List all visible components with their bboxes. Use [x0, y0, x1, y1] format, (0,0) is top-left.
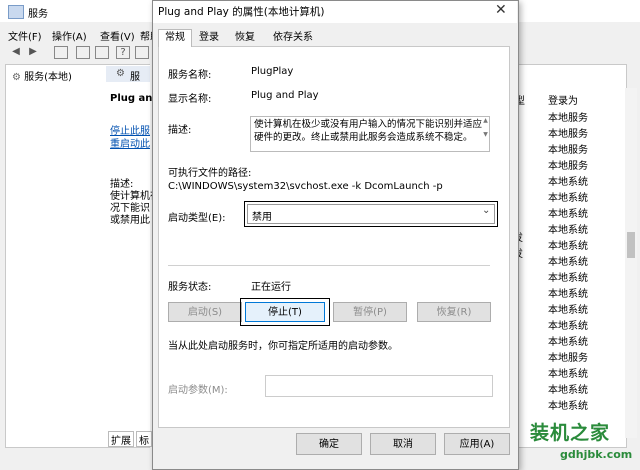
tab-dependencies[interactable]: 依存关系: [268, 30, 318, 46]
tab-extended[interactable]: 扩展: [108, 431, 134, 447]
service-status-value: 正在运行: [251, 282, 291, 293]
start-button[interactable]: 启动(S): [168, 302, 242, 322]
tab-recovery[interactable]: 恢复: [230, 30, 260, 46]
logon-cell: 本地系统: [548, 241, 588, 252]
detail-desc-line: 或禁用此: [110, 215, 150, 226]
back-icon[interactable]: ◀: [10, 46, 22, 57]
gear-icon: ⚙: [12, 72, 21, 83]
tab-logon[interactable]: 登录: [194, 30, 224, 46]
apply-button[interactable]: 应用(A): [444, 433, 510, 455]
logon-cell: 本地系统: [548, 273, 588, 284]
properties-icon[interactable]: [76, 46, 90, 59]
logon-cell: 本地系统: [548, 385, 588, 396]
menu-file[interactable]: 文件(F): [8, 28, 42, 43]
menu-action[interactable]: 操作(A): [52, 28, 87, 43]
description-label: 描述:: [168, 125, 192, 136]
logon-cell: 本地系统: [548, 401, 588, 412]
service-name-label: 服务名称:: [168, 70, 212, 81]
logon-cell: 本地服务: [548, 145, 588, 156]
logon-cell: 本地系统: [548, 305, 588, 316]
forward-icon[interactable]: ▶: [27, 46, 39, 57]
logon-cell: 本地服务: [548, 353, 588, 364]
gear-icon: ⚙: [116, 68, 125, 79]
pause-button[interactable]: 暂停(P): [333, 302, 407, 322]
logon-cell: 本地系统: [548, 193, 588, 204]
restart-service-link[interactable]: 重启动此: [110, 135, 150, 150]
params-hint: 当从此处启动服务时，你可指定所适用的启动参数。: [168, 341, 398, 352]
logon-cell: 本地系统: [548, 257, 588, 268]
detail-header: ⚙ 服: [106, 66, 150, 83]
divider: [168, 265, 490, 266]
display-name-value: Plug and Play: [251, 90, 319, 101]
chevron-down-icon: ⌄: [482, 205, 491, 216]
tree-item-label: 服务(本地): [24, 72, 72, 83]
logon-cell: 本地系统: [548, 337, 588, 348]
detail-header-label: 服: [130, 72, 140, 83]
logon-cell: 本地系统: [548, 369, 588, 380]
logon-cell: 本地系统: [548, 321, 588, 332]
help-icon[interactable]: ?: [116, 46, 130, 59]
service-name-value: PlugPlay: [251, 66, 294, 77]
logon-cell: 本地服务: [548, 113, 588, 124]
services-window-title: 服务: [28, 9, 48, 20]
scrollbar-thumb[interactable]: [627, 232, 635, 258]
console-tree-pane: [5, 64, 107, 448]
services-app-icon: [8, 5, 24, 19]
description-scrollbar[interactable]: ▲ ▼: [482, 117, 489, 151]
menu-view[interactable]: 查看(V): [100, 28, 135, 43]
tree-item-services-local[interactable]: ⚙ 服务(本地): [12, 68, 72, 83]
logon-cell: 本地系统: [548, 225, 588, 236]
service-status-label: 服务状态:: [168, 282, 212, 293]
description-text: 使计算机在极少或没有用户输入的情况下能识别并适应硬件的更改。终止或禁用此服务会造…: [250, 116, 490, 152]
start-params-label: 启动参数(M):: [168, 385, 228, 396]
start-params-input[interactable]: [265, 375, 493, 397]
tab-standard[interactable]: 标: [136, 431, 152, 447]
logon-cell: 本地系统: [548, 177, 588, 188]
logon-cell: 本地服务: [548, 129, 588, 140]
stop-button[interactable]: 停止(T): [245, 302, 325, 322]
resume-button[interactable]: 恢复(R): [417, 302, 491, 322]
view-icon[interactable]: [135, 46, 149, 59]
startup-type-value: 禁用: [252, 212, 272, 223]
close-icon[interactable]: ✕: [495, 2, 507, 18]
ok-button[interactable]: 确定: [296, 433, 362, 455]
dialog-title: Plug and Play 的属性(本地计算机): [158, 6, 325, 18]
cancel-button[interactable]: 取消: [370, 433, 436, 455]
refresh-icon[interactable]: [95, 46, 109, 59]
exe-path-label: 可执行文件的路径:: [168, 168, 252, 179]
tab-general[interactable]: 常规: [158, 29, 192, 47]
display-name-label: 显示名称:: [168, 94, 212, 105]
console-tree-icon[interactable]: [54, 46, 68, 59]
watermark-text: 装机之家: [530, 422, 611, 444]
startup-type-select[interactable]: [247, 204, 495, 224]
exe-path-value: C:\WINDOWS\system32\svchost.exe -k DcomL…: [168, 181, 443, 192]
startup-type-label: 启动类型(E):: [168, 213, 226, 224]
logon-cell: 本地系统: [548, 289, 588, 300]
column-header-logon[interactable]: 登录为: [548, 92, 578, 107]
list-scrollbar[interactable]: [625, 88, 637, 438]
watermark-url: gdhjbk.com: [560, 448, 633, 461]
logon-cell: 本地系统: [548, 209, 588, 220]
logon-cell: 本地服务: [548, 161, 588, 172]
